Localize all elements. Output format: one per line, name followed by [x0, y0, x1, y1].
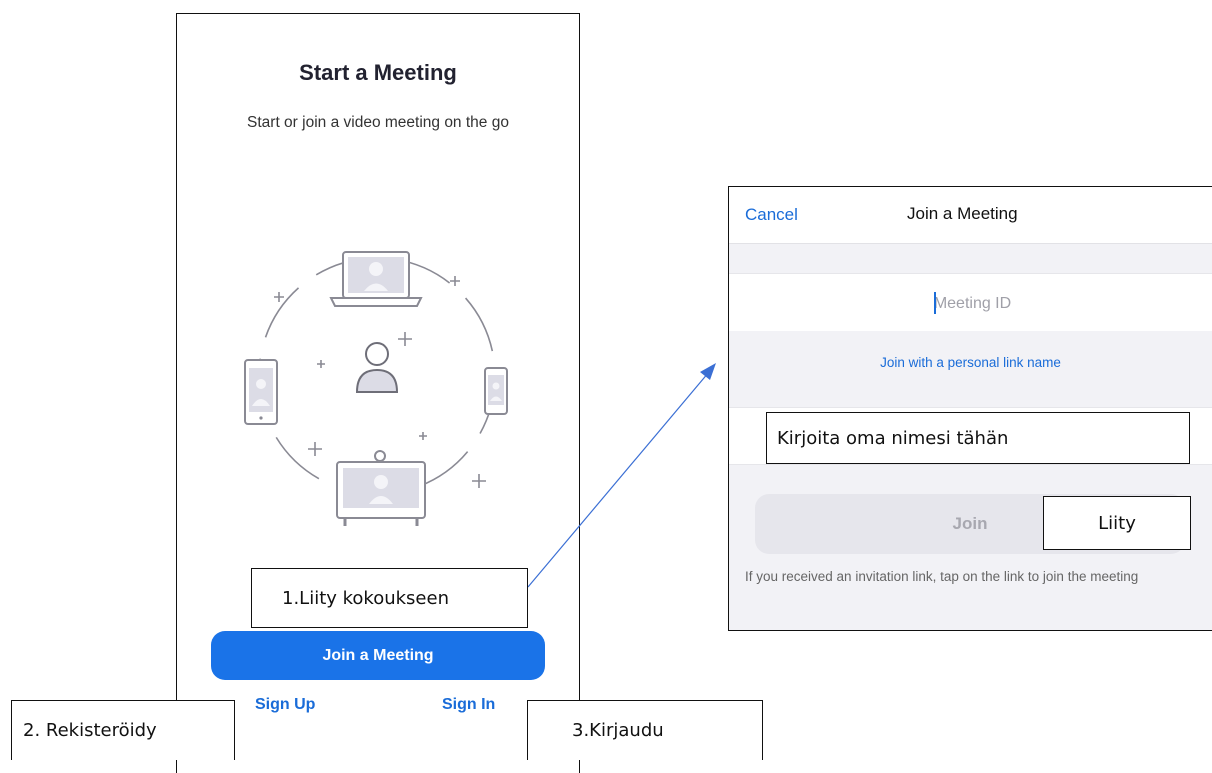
meeting-id-row — [729, 273, 1212, 333]
laptop-icon — [329, 251, 423, 307]
tablet-icon — [244, 359, 278, 425]
page-subtitle: Start or join a video meeting on the go — [247, 114, 509, 131]
dialog-title: Join a Meeting — [907, 204, 1018, 223]
join-meeting-button[interactable]: Join a Meeting — [211, 631, 545, 680]
annotation-login: 3.Kirjaudu — [527, 700, 763, 760]
dialog-header: Cancel Join a Meeting — [729, 187, 1212, 244]
sign-up-link[interactable]: Sign Up — [255, 696, 315, 714]
annotation-join: Liity — [1043, 496, 1191, 550]
person-icon — [355, 342, 399, 393]
sign-in-link[interactable]: Sign In — [442, 696, 495, 714]
cancel-button[interactable]: Cancel — [745, 205, 798, 225]
meeting-devices-illustration — [244, 251, 508, 526]
annotation-join-meeting: 1.Liity kokoukseen — [251, 568, 528, 628]
annotation-register: 2. Rekisteröidy — [11, 700, 235, 760]
text-caret — [934, 292, 936, 314]
personal-link-name-link[interactable]: Join with a personal link name — [729, 331, 1212, 393]
page-title: Start a Meeting — [299, 60, 457, 85]
join-meeting-dialog: Cancel Join a Meeting Join with a person… — [728, 186, 1212, 631]
conference-screen-icon — [336, 450, 426, 526]
phone-icon — [484, 367, 508, 415]
invite-hint-text: If you received an invitation link, tap … — [745, 569, 1139, 584]
start-meeting-screen: Start a Meeting Start or join a video me… — [176, 13, 580, 773]
meeting-id-input[interactable] — [729, 274, 1212, 333]
annotation-enter-name: Kirjoita oma nimesi tähän — [766, 412, 1190, 464]
